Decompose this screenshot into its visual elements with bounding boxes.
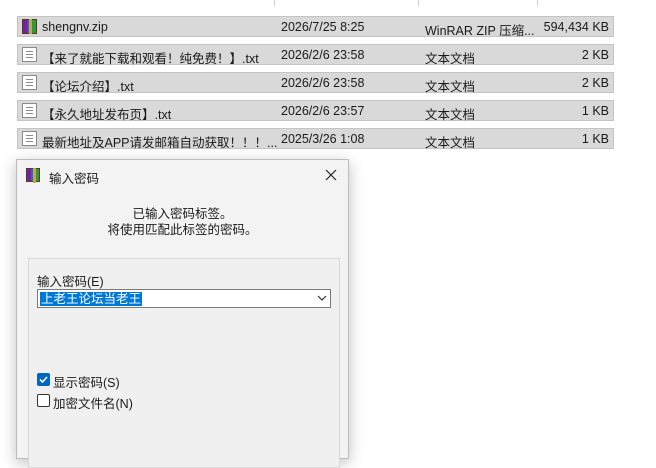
- password-group: 输入密码(E) 上老王论坛当老王 显示密码(S) 加密文件名(N): [28, 258, 340, 468]
- text-file-icon: [22, 47, 37, 62]
- chevron-down-icon[interactable]: [317, 294, 327, 302]
- password-dialog: 输入密码 已输入密码标签。 将使用匹配此标签的密码。 输入密码(E) 上老王论坛…: [16, 159, 349, 468]
- file-type: 文本文档: [425, 52, 476, 66]
- winrar-app-icon: [26, 168, 40, 183]
- file-name: 【来了就能下载和观看！纯免费！】.txt: [42, 52, 259, 66]
- column-separator[interactable]: [274, 0, 275, 6]
- file-name: 【论坛介绍】.txt: [42, 80, 134, 94]
- show-password-label: 显示密码(S): [53, 376, 120, 390]
- text-file-icon: [22, 103, 37, 118]
- file-row[interactable]: 【来了就能下载和观看！纯免费！】.txt 2026/2/6 23:58 文本文档…: [17, 44, 614, 66]
- file-name: 【永久地址发布页】.txt: [42, 108, 172, 122]
- file-type: WinRAR ZIP 压缩...: [425, 24, 535, 38]
- column-separator[interactable]: [537, 0, 538, 6]
- file-list: shengnv.zip 2026/7/25 8:25 WinRAR ZIP 压缩…: [0, 0, 656, 160]
- file-row[interactable]: 【论坛介绍】.txt 2026/2/6 23:58 文本文档 2 KB: [17, 72, 614, 94]
- file-row[interactable]: 最新地址及APP请发邮箱自动获取！！！.... 2025/3/26 1:08 文…: [17, 128, 614, 150]
- password-combobox[interactable]: 上老王论坛当老王: [37, 289, 331, 308]
- file-size: 2 KB: [581, 76, 609, 90]
- checkbox-checked-icon[interactable]: [37, 373, 50, 386]
- close-button[interactable]: [314, 160, 348, 190]
- dialog-message-line2: 将使用匹配此标签的密码。: [107, 223, 258, 237]
- checkbox-unchecked-icon[interactable]: [37, 394, 50, 407]
- file-date: 2026/2/6 23:58: [281, 76, 365, 90]
- encrypt-filenames-label: 加密文件名(N): [53, 397, 133, 411]
- winrar-zip-icon: [22, 19, 37, 34]
- file-date: 2025/3/26 1:08: [281, 132, 365, 146]
- file-type: 文本文档: [425, 108, 476, 122]
- text-file-icon: [22, 131, 37, 146]
- column-separator[interactable]: [418, 0, 419, 6]
- text-file-icon: [22, 75, 37, 90]
- close-icon: [325, 169, 337, 181]
- file-row[interactable]: 【永久地址发布页】.txt 2026/2/6 23:57 文本文档 1 KB: [17, 100, 614, 122]
- file-name: shengnv.zip: [42, 20, 108, 34]
- file-date: 2026/7/25 8:25: [281, 20, 365, 34]
- file-date: 2026/2/6 23:57: [281, 104, 365, 118]
- dialog-title: 输入密码: [49, 172, 100, 186]
- file-row[interactable]: shengnv.zip 2026/7/25 8:25 WinRAR ZIP 压缩…: [17, 16, 614, 38]
- file-size: 1 KB: [581, 132, 609, 146]
- file-type: 文本文档: [425, 136, 476, 150]
- file-name: 最新地址及APP请发邮箱自动获取！！！....: [42, 136, 278, 150]
- file-size: 594,434 KB: [543, 20, 609, 34]
- password-label: 输入密码(E): [37, 275, 104, 289]
- password-input[interactable]: 上老王论坛当老王: [40, 292, 143, 306]
- file-type: 文本文档: [425, 80, 476, 94]
- file-date: 2026/2/6 23:58: [281, 48, 365, 62]
- file-size: 1 KB: [581, 104, 609, 118]
- dialog-titlebar[interactable]: 输入密码: [17, 160, 348, 190]
- file-size: 2 KB: [581, 48, 609, 62]
